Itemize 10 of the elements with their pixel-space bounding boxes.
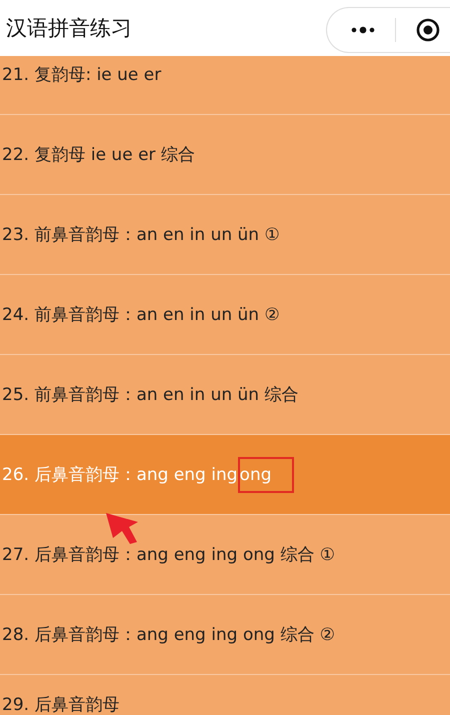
lesson-item[interactable]: 22. 复韵母 ie ue er 综合 [0, 115, 450, 195]
more-icon[interactable] [351, 26, 375, 34]
annotation-arrow [106, 513, 140, 544]
lesson-item[interactable]: 29. 后鼻音韵母 [0, 675, 450, 715]
lesson-item[interactable]: 23. 前鼻音韵母：an en in un ün ① [0, 195, 450, 275]
highlight-box: ong [238, 456, 294, 492]
page-title: 汉语拼音练习 [6, 15, 132, 42]
lesson-item[interactable]: 28. 后鼻音韵母：ang eng ing ong 综合 ② [0, 595, 450, 675]
lesson-item[interactable]: 24. 前鼻音韵母：an en in un ün ② [0, 275, 450, 355]
lesson-item[interactable]: 21. 复韵母: ie ue er [0, 56, 450, 115]
